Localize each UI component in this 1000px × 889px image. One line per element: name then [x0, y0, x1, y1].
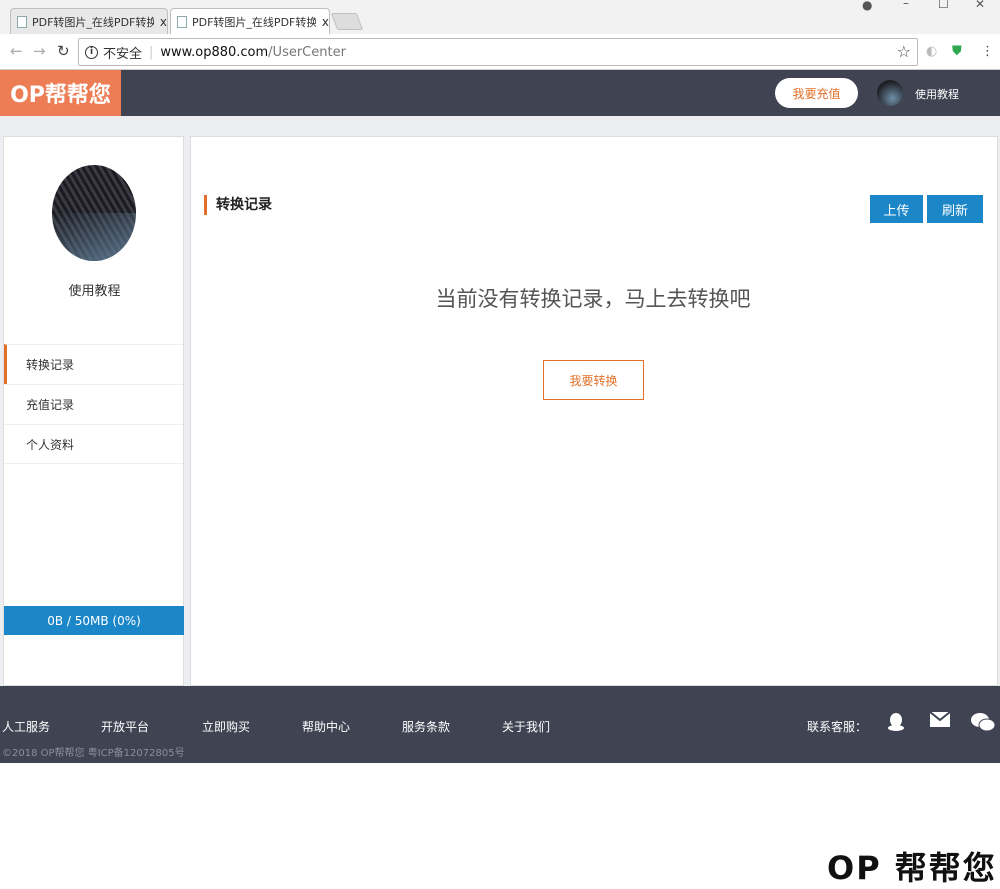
main-panel: 转换记录 上传 刷新 当前没有转换记录，马上去转换吧 我要转换 [190, 136, 998, 686]
sidebar-menu: 转换记录 充值记录 个人资料 [4, 344, 183, 464]
page-favicon-icon [177, 15, 187, 28]
reload-icon[interactable]: ↻ [57, 42, 70, 60]
bookmark-star-icon[interactable]: ☆ [897, 42, 911, 61]
menu-dots-icon[interactable]: ⋮ [981, 44, 994, 59]
browser-toolbar: ← → ↻ i 不安全 | www.op880.com /UserCenter … [0, 34, 1000, 70]
tab-strip: PDF转图片_在线PDF转换 x PDF转图片_在线PDF转换 x ● – ☐ … [0, 0, 1000, 34]
address-divider: | [149, 44, 154, 60]
sidebar-item-profile[interactable]: 个人资料 [4, 424, 183, 464]
footer-link-support[interactable]: 人工服务 [2, 718, 50, 735]
recharge-button[interactable]: 我要充值 [775, 78, 858, 108]
sidebar-item-recharge-records[interactable]: 充值记录 [4, 384, 183, 424]
page-favicon-icon [17, 15, 27, 28]
sidebar-item-conversion-records[interactable]: 转换记录 [4, 344, 183, 384]
section-title: 转换记录 [204, 195, 272, 215]
back-arrow-icon[interactable]: ← [10, 42, 23, 60]
watermark-logo: OP 帮帮您 [827, 849, 997, 887]
security-status: 不安全 [103, 46, 143, 62]
url-host: www.op880.com [160, 44, 269, 60]
maximize-icon[interactable]: ☐ [938, 0, 949, 11]
profile-icon[interactable]: ● [862, 0, 872, 12]
forward-arrow-icon[interactable]: → [33, 42, 46, 60]
storage-quota-bar: 0B / 50MB (0%) [4, 606, 184, 635]
footer-link-terms[interactable]: 服务条款 [402, 718, 450, 735]
url-path: /UserCenter [268, 44, 346, 60]
site-header: OP帮帮您 我要充值 使用教程 [0, 70, 1000, 116]
site-footer: 人工服务 开放平台 立即购买 帮助中心 服务条款 关于我们 ©2018 OP帮帮… [0, 686, 1000, 763]
site-logo[interactable]: OP帮帮您 [0, 70, 121, 116]
info-icon[interactable]: i [85, 45, 98, 59]
upload-button[interactable]: 上传 [870, 195, 923, 223]
user-avatar [52, 165, 136, 261]
email-icon[interactable] [929, 711, 951, 733]
shield-extension-icon[interactable]: ⛊ [952, 44, 962, 59]
empty-state-message: 当前没有转换记录，马上去转换吧 [435, 287, 751, 311]
footer-link-open-platform[interactable]: 开放平台 [101, 718, 149, 735]
qq-icon[interactable] [887, 712, 905, 737]
tab-title: PDF转图片_在线PDF转换 [32, 15, 154, 29]
tab-close-icon[interactable]: x [160, 15, 167, 29]
sidebar: 使用教程 转换记录 充值记录 个人资料 0B / 50MB (0%) [3, 136, 184, 686]
extension-icon[interactable]: ◐ [926, 44, 937, 59]
minimize-icon[interactable]: – [903, 0, 909, 10]
sidebar-username: 使用教程 [68, 284, 121, 299]
header-avatar[interactable] [877, 80, 903, 106]
footer-link-help-center[interactable]: 帮助中心 [302, 718, 350, 735]
user-center-page: 使用教程 转换记录 充值记录 个人资料 0B / 50MB (0%) 转换记录 … [0, 116, 1000, 686]
wechat-icon[interactable] [971, 712, 996, 737]
browser-chrome: PDF转图片_在线PDF转换 x PDF转图片_在线PDF转换 x ● – ☐ … [0, 0, 1000, 70]
contact-support-label: 联系客服： [807, 720, 868, 734]
start-convert-button[interactable]: 我要转换 [543, 360, 644, 400]
window-close-icon[interactable]: ✕ [975, 0, 985, 11]
footer-link-about[interactable]: 关于我们 [502, 718, 550, 735]
new-tab-button[interactable] [330, 13, 364, 30]
browser-tab-active[interactable]: PDF转图片_在线PDF转换 x [170, 8, 330, 34]
tab-close-icon[interactable]: x [322, 15, 329, 29]
footer-copyright: ©2018 OP帮帮您 粤ICP备12072805号 [2, 748, 185, 759]
tab-title: PDF转图片_在线PDF转换 [192, 15, 316, 29]
refresh-button[interactable]: 刷新 [927, 195, 983, 223]
browser-tab[interactable]: PDF转图片_在线PDF转换 x [10, 8, 168, 34]
address-bar[interactable]: i 不安全 | www.op880.com /UserCenter ☆ [78, 38, 918, 66]
header-username[interactable]: 使用教程 [915, 86, 959, 102]
footer-link-buy-now[interactable]: 立即购买 [202, 718, 250, 735]
